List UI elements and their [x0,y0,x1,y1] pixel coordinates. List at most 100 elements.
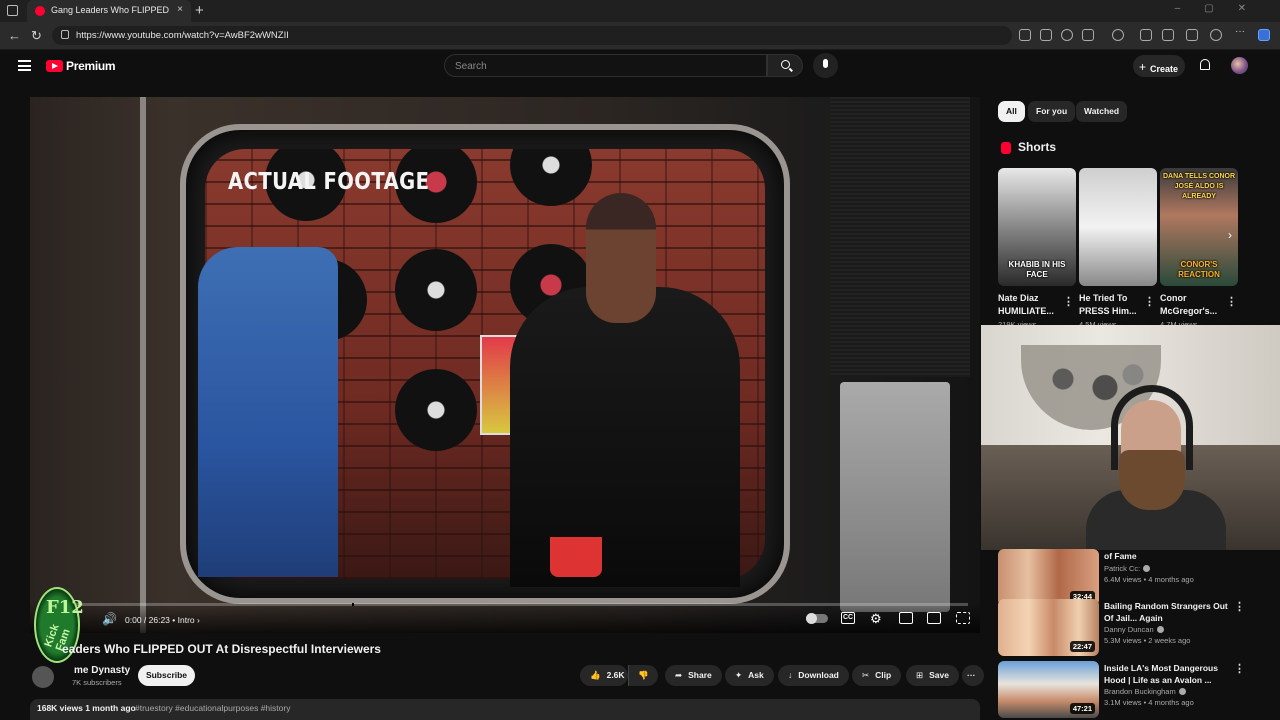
more-menu-icon[interactable]: ··· [1235,26,1247,38]
extension-icon[interactable] [1019,29,1031,41]
shorts-next-icon[interactable]: › [1228,228,1232,242]
time-display[interactable]: 0:00 / 26:23 • Intro › [125,615,200,625]
favorite-star-icon[interactable] [1082,29,1094,41]
browser-tab[interactable]: Gang Leaders Who FLIPPED OUT × [27,0,191,22]
rec-title[interactable]: of Fame [1104,550,1234,562]
chip-watched[interactable]: Watched [1076,101,1128,122]
volume-icon[interactable]: 🔊 [102,612,117,626]
short-thumbnail[interactable]: KHABIB IN HIS FACE [998,168,1076,286]
video-thumbnail[interactable]: 32:44 [998,549,1099,606]
like-button[interactable]: 👍 2.6K [580,665,628,686]
hamburger-menu-icon[interactable] [18,60,31,71]
captions-icon[interactable]: CC [841,612,855,624]
avatar[interactable] [1231,57,1248,74]
short-title[interactable]: Nate Diaz HUMILIATE... [998,292,1056,318]
miniplayer-icon[interactable] [899,612,913,624]
rec-title[interactable]: Bailing Random Strangers Out Of Jail... … [1104,600,1234,624]
list-item[interactable]: 22:47 Bailing Random Strangers Out Of Ja… [998,599,1280,657]
vinyl-record [395,369,477,451]
notifications-icon[interactable] [1200,59,1210,70]
verified-icon [1178,688,1186,695]
scene-pillar [140,97,146,633]
tab-title: Gang Leaders Who FLIPPED OUT [51,5,169,15]
voice-search-icon[interactable] [813,53,838,78]
create-button[interactable]: + Create [1133,55,1185,77]
list-item[interactable]: 47:21 Inside LA's Most Dangerous Hood | … [998,661,1280,719]
search-box[interactable] [444,54,767,77]
chip-all[interactable]: All [998,101,1025,122]
youtube-header: Premium +Create [0,50,1280,84]
rec-title[interactable]: Inside LA's Most Dangerous Hood | Life a… [1104,662,1234,686]
subscribe-button[interactable]: Subscribe [138,665,195,686]
favorites-icon[interactable] [1162,29,1174,41]
tab-close-icon[interactable]: × [177,4,183,15]
fullscreen-icon[interactable] [956,612,970,624]
short-menu-icon[interactable]: ⋮ [1063,295,1074,308]
url-field[interactable]: https://www.youtube.com/watch?v=AwBF2wWN… [52,26,1012,45]
short-thumbnail[interactable]: DANA TELLS CONOR JOSÉ ALDO IS ALREADY CO… [1160,168,1238,286]
video-title: eaders Who FLIPPED OUT At Disrespectful … [62,642,381,656]
rec-channel[interactable]: Patrick Cc: [1104,564,1151,573]
scene-person-head [586,193,656,323]
description-box[interactable]: 168K views 1 month ago #truestory #educa… [30,699,980,720]
browser-tab-bar: Gang Leaders Who FLIPPED OUT × + –▢✕ [0,0,1280,22]
short-title[interactable]: He Tried To PRESS Him... [1079,292,1137,318]
search-input[interactable] [455,59,755,73]
profile-icon[interactable] [1210,29,1222,41]
refresh-extension-icon[interactable] [1112,29,1124,41]
hashtags[interactable]: #truestory #educationalpurposes #history [135,703,290,713]
share-button[interactable]: ➦ Share [665,665,722,686]
rec-menu-icon[interactable]: ⋮ [1234,662,1245,675]
progress-bar[interactable] [42,603,968,606]
brand-label[interactable]: Premium [66,59,116,73]
apps-icon[interactable] [1040,29,1052,41]
scene-speaker [830,97,970,377]
dislike-button[interactable]: 👎 [628,665,658,686]
short-title[interactable]: Conor McGregor's... [1160,292,1218,318]
new-tab-icon[interactable]: + [195,2,204,19]
youtube-favicon-icon [35,6,45,16]
rec-channel[interactable]: Danny Duncan [1104,625,1164,634]
autoplay-toggle[interactable] [806,613,828,624]
video-player[interactable]: ACTUAL FOOTAGE 🔊 0:00 / 26:23 • Intro › … [30,97,980,633]
settings-gear-icon[interactable]: ⚙ [870,611,882,627]
verified-icon [1156,626,1164,633]
ask-button[interactable]: ✦ Ask [725,665,774,686]
save-icon: ⊞ [916,670,924,680]
shield-icon[interactable] [1186,29,1198,41]
short-caption: KHABIB IN HIS FACE [1008,260,1066,279]
vinyl-record [395,249,477,331]
save-button[interactable]: ⊞ Save [906,665,959,686]
short-menu-icon[interactable]: ⋮ [1226,295,1237,308]
zoom-icon[interactable] [1061,29,1073,41]
search-icon [781,60,790,69]
channel-name[interactable]: me Dynasty [74,665,130,676]
chapter-label[interactable]: • Intro › [172,615,200,625]
vinyl-record [510,149,592,206]
tab-actions-icon[interactable] [7,5,18,16]
youtube-logo-icon[interactable] [46,60,63,72]
reload-icon[interactable]: ↻ [31,28,42,44]
share-icon: ➦ [675,670,683,680]
video-thumbnail[interactable]: 47:21 [998,661,1099,718]
rec-channel[interactable]: Brandon Buckingham [1104,687,1186,696]
short-menu-icon[interactable]: ⋮ [1144,295,1155,308]
collections-icon[interactable] [1140,29,1152,41]
short-thumbnail[interactable] [1079,168,1157,286]
back-icon[interactable]: ← [8,28,21,43]
lock-icon [61,30,69,39]
webcam-overlay [981,325,1280,550]
thumbs-down-icon: 👎 [638,670,649,680]
rec-menu-icon[interactable]: ⋮ [1234,600,1245,613]
download-button[interactable]: ↓ Download [778,665,849,686]
window-controls[interactable]: –▢✕ [1175,3,1270,14]
clip-button[interactable]: ✂ Clip [852,665,902,686]
shorts-heading: Shorts [1018,140,1057,154]
channel-avatar[interactable] [32,666,54,688]
theater-mode-icon[interactable] [927,612,941,624]
copilot-icon[interactable] [1258,29,1270,41]
video-thumbnail[interactable]: 22:47 [998,599,1099,656]
more-actions-icon[interactable]: ··· [962,665,984,686]
search-button[interactable] [767,54,803,77]
chip-for-you[interactable]: For you [1028,101,1076,122]
